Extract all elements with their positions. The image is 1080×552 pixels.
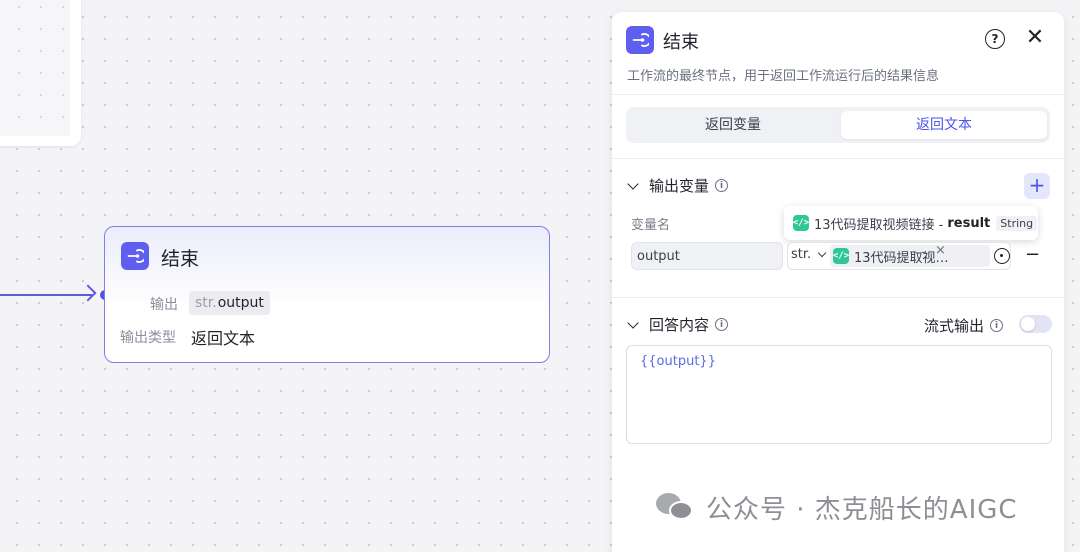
tooltip-type-badge: String xyxy=(996,215,1038,231)
tab-return-variable[interactable]: 返回变量 xyxy=(630,111,836,139)
output-vars-header[interactable]: 输出变量 i xyxy=(626,175,729,196)
connection-edge[interactable] xyxy=(0,294,92,296)
reference-tooltip: </> 13代码提取视频链接 - result String xyxy=(784,206,1038,240)
reference-separator: - xyxy=(921,245,926,260)
tooltip-field: result xyxy=(947,215,991,231)
type-select-value: str. xyxy=(791,247,812,262)
variable-name-input[interactable] xyxy=(631,242,783,270)
type-select[interactable]: str. xyxy=(791,247,827,262)
previous-node-body xyxy=(0,0,70,136)
end-node-card[interactable]: 结束 输出 str. output 输出类型 返回文本 xyxy=(104,226,550,363)
answer-header[interactable]: 回答内容 i xyxy=(626,314,729,335)
chevron-down-icon xyxy=(817,248,827,258)
tab-return-text[interactable]: 返回文本 xyxy=(841,111,1047,139)
variable-reference-field[interactable]: str. </> 13代码提取视… - × xyxy=(787,242,1011,270)
streaming-output-label: 流式输出 i xyxy=(924,315,1004,336)
output-vars-title: 输出变量 xyxy=(649,177,710,195)
info-icon[interactable]: i xyxy=(715,179,729,192)
previous-node-card[interactable] xyxy=(0,0,81,146)
answer-title: 回答内容 xyxy=(649,316,710,334)
info-icon[interactable]: i xyxy=(715,318,729,331)
section-divider xyxy=(612,297,1064,298)
info-icon[interactable]: i xyxy=(990,319,1004,332)
streaming-output-text: 流式输出 xyxy=(924,317,985,335)
end-node-title: 结束 xyxy=(161,248,200,270)
header-divider xyxy=(612,94,1064,95)
streaming-output-toggle[interactable] xyxy=(1019,315,1052,333)
end-node-icon xyxy=(121,242,149,270)
tooltip-source: 13代码提取视频链接 - xyxy=(814,217,944,233)
wechat-icon xyxy=(656,491,696,525)
panel-description: 工作流的最终节点，用于返回工作流运行后的结果信息 xyxy=(627,69,940,84)
output-chip-name: output xyxy=(217,295,264,311)
tabs-divider xyxy=(612,158,1064,159)
end-node-output-label: 输出 xyxy=(150,297,178,313)
code-node-icon: </> xyxy=(793,215,809,231)
edge-arrow-icon xyxy=(79,284,97,302)
end-node-type-value: 返回文本 xyxy=(191,329,256,348)
variable-picker-icon[interactable] xyxy=(994,248,1010,264)
add-variable-button[interactable]: + xyxy=(1024,173,1050,199)
close-icon[interactable]: ✕ xyxy=(1024,26,1046,50)
return-mode-tabs: 返回变量 返回文本 xyxy=(626,107,1050,143)
remove-variable-button[interactable]: − xyxy=(1025,245,1040,265)
output-chip-type: str. xyxy=(195,295,217,311)
watermark-text: 公众号 · 杰克船长的AIGC xyxy=(706,495,1018,525)
code-node-icon: </> xyxy=(833,248,849,264)
end-node-settings-panel: 结束 ? ✕ 工作流的最终节点，用于返回工作流运行后的结果信息 返回变量 返回文… xyxy=(612,12,1064,552)
end-node-type-label: 输出类型 xyxy=(120,330,176,346)
chevron-down-icon xyxy=(627,177,639,190)
help-icon[interactable]: ? xyxy=(985,29,1005,49)
clear-reference-icon[interactable]: × xyxy=(935,243,946,258)
panel-title: 结束 xyxy=(663,32,699,53)
variable-name-column-header: 变量名 xyxy=(631,218,671,233)
answer-content-editor[interactable]: {{output}} xyxy=(626,345,1052,444)
reference-value-chip[interactable]: </> 13代码提取视… xyxy=(830,245,990,267)
watermark: 公众号 · 杰克船长的AIGC xyxy=(656,489,1018,526)
end-node-output-chip: str. output xyxy=(189,291,270,315)
chevron-down-icon xyxy=(627,316,639,329)
panel-node-icon xyxy=(626,26,654,54)
